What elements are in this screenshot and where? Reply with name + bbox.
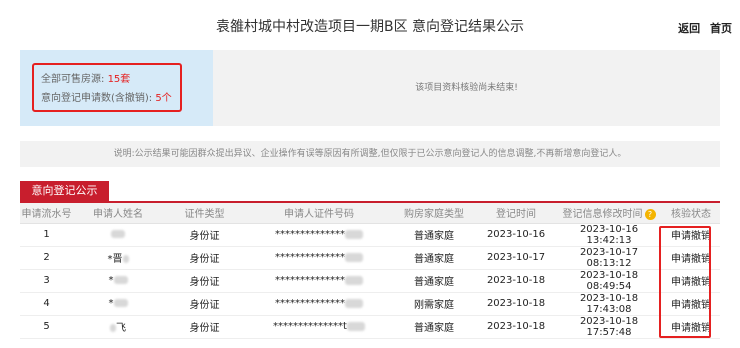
cell-name: [73, 223, 163, 247]
table-header-row: 申请流水号 申请人姓名 证件类型 申请人证件号码 购房家庭类型 登记时间 登记信…: [20, 203, 720, 224]
cell-name: 飞: [73, 315, 163, 339]
cell-name-text: *晋: [107, 254, 123, 265]
cell-serial: 2: [20, 246, 73, 270]
redacted-mark: [345, 252, 363, 262]
cell-id-number-text: **************: [275, 229, 345, 240]
question-icon[interactable]: ?: [644, 208, 656, 220]
cell-reg-time: 2023-10-17: [476, 246, 556, 270]
cell-serial: 5: [20, 315, 73, 339]
col-header-mod-time: 登记信息修改时间?: [556, 203, 662, 224]
cell-id-number: **************: [246, 246, 392, 270]
cell-id-number: **************: [246, 223, 392, 247]
cell-reg-time: 2023-10-18: [476, 292, 556, 316]
cell-mod-time: 2023-10-18 08:49:54: [556, 269, 662, 293]
redacted-mark: [111, 230, 125, 238]
cell-family-type: 普通家庭: [392, 269, 476, 293]
cell-serial: 1: [20, 223, 73, 247]
cell-family-type: 刚需家庭: [392, 292, 476, 316]
col-header-serial: 申请流水号: [20, 203, 73, 224]
table-row: 2 *晋 身份证 ************** 普通家庭 2023-10-17 …: [20, 246, 720, 270]
col-header-family-type: 购房家庭类型: [392, 203, 476, 224]
status-highlight-box: [659, 226, 711, 338]
redacted-mark: [110, 324, 116, 332]
cell-reg-time: 2023-10-16: [476, 223, 556, 247]
cell-id-type: 身份证: [163, 269, 246, 293]
summary-panel: 全部可售房源: 15套 意向登记申请数(含撤销): 5个 该项目资料核验尚未结束…: [20, 50, 720, 126]
total-listings-label: 全部可售房源:: [41, 74, 105, 85]
redacted-mark: [345, 275, 363, 285]
summary-stats-panel: 全部可售房源: 15套 意向登记申请数(含撤销): 5个: [20, 50, 213, 126]
redacted-mark: [345, 298, 363, 308]
verification-status-message: 该项目资料核验尚未结束!: [415, 83, 518, 93]
cell-id-number-text: **************: [275, 275, 345, 286]
cell-mod-time: 2023-10-18 17:57:48: [556, 315, 662, 339]
tab-registration-notice[interactable]: 意向登记公示: [20, 181, 109, 201]
cell-id-number-text: **************t: [273, 321, 347, 332]
cell-mod-time: 2023-10-16 13:42:13: [556, 223, 662, 247]
cell-family-type: 普通家庭: [392, 315, 476, 339]
cell-name: *晋: [73, 246, 163, 270]
cell-serial: 3: [20, 269, 73, 293]
applications-value: 5个: [155, 93, 172, 104]
cell-id-type: 身份证: [163, 223, 246, 247]
cell-id-type: 身份证: [163, 315, 246, 339]
col-header-id-number: 申请人证件号码: [246, 203, 392, 224]
cell-name: *: [73, 292, 163, 316]
cell-mod-time: 2023-10-17 08:13:12: [556, 246, 662, 270]
redacted-mark: [113, 299, 128, 307]
results-table: 申请流水号 申请人姓名 证件类型 申请人证件号码 购房家庭类型 登记时间 登记信…: [20, 203, 720, 339]
cell-id-number: **************: [246, 269, 392, 293]
applications-stat: 意向登记申请数(含撤销): 5个: [41, 89, 180, 108]
cell-name: *: [73, 269, 163, 293]
table-row: 1 身份证 ************** 普通家庭 2023-10-16 202…: [20, 223, 720, 247]
col-header-reg-time: 登记时间: [476, 203, 556, 224]
col-header-name: 申请人姓名: [73, 203, 163, 224]
cell-family-type: 普通家庭: [392, 246, 476, 270]
col-header-mod-time-label: 登记信息修改时间: [562, 209, 643, 221]
cell-id-type: 身份证: [163, 246, 246, 270]
redacted-mark: [122, 255, 129, 263]
back-link[interactable]: 返回: [678, 22, 700, 35]
cell-name-text: *: [108, 275, 114, 286]
cell-id-type: 身份证: [163, 292, 246, 316]
col-header-id-type: 证件类型: [163, 203, 246, 224]
cell-family-type: 普通家庭: [392, 223, 476, 247]
cell-mod-time: 2023-10-18 17:43:08: [556, 292, 662, 316]
cell-name-text: *: [108, 298, 114, 309]
total-listings-stat: 全部可售房源: 15套: [41, 70, 180, 89]
redacted-mark: [345, 229, 363, 239]
cell-name-text: 飞: [116, 323, 126, 334]
redacted-mark: [113, 276, 128, 284]
cell-id-number-text: **************: [275, 298, 345, 309]
top-nav: 返回 首页: [672, 20, 732, 36]
cell-id-number: **************t: [246, 315, 392, 339]
redacted-mark: [346, 321, 365, 331]
col-header-status: 核验状态: [662, 203, 720, 224]
home-link[interactable]: 首页: [710, 22, 732, 35]
page-title: 袁雒村城中村改造项目一期B区 意向登记结果公示: [215, 19, 525, 35]
table-row: 3 * 身份证 ************** 普通家庭 2023-10-18 2…: [20, 269, 720, 293]
notice-text: 说明:公示结果可能因群众提出异议、企业操作有误等原因有所调整,但仅限于已公示意向…: [20, 141, 720, 167]
applications-label: 意向登记申请数(含撤销):: [41, 93, 153, 104]
table-row: 4 * 身份证 ************** 刚需家庭 2023-10-18 2…: [20, 292, 720, 316]
cell-id-number: **************: [246, 292, 392, 316]
table-row: 5 飞 身份证 **************t 普通家庭 2023-10-18 …: [20, 315, 720, 339]
cell-reg-time: 2023-10-18: [476, 315, 556, 339]
cell-serial: 4: [20, 292, 73, 316]
total-listings-value: 15套: [107, 74, 131, 85]
cell-reg-time: 2023-10-18: [476, 269, 556, 293]
stats-highlight-box: 全部可售房源: 15套 意向登记申请数(含撤销): 5个: [32, 63, 182, 112]
cell-id-number-text: **************: [275, 252, 345, 263]
